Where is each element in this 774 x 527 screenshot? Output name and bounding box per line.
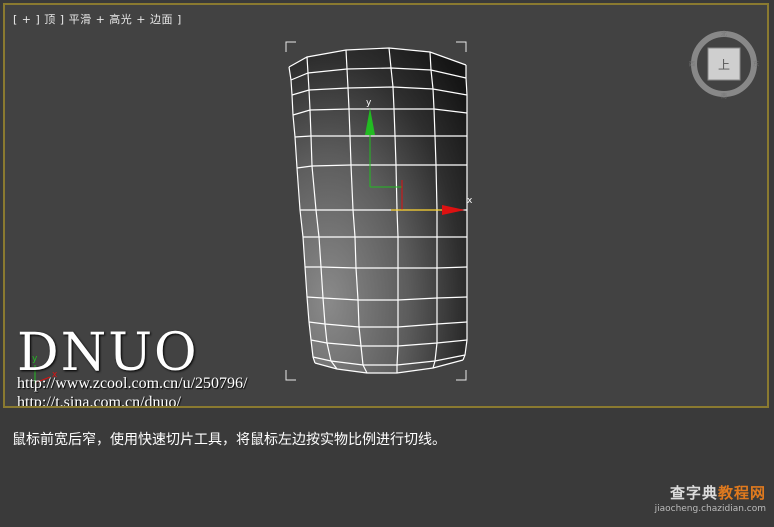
watermark-url-sina: http://t.sina.com.cn/dnuo/ [17, 394, 181, 408]
logo-main-text: 查字典教程网 [655, 482, 766, 503]
gizmo-y-label: y [366, 98, 372, 108]
viewcube[interactable]: 上 北 南 东 西 [689, 29, 759, 99]
compass-east-label: 东 [753, 60, 759, 68]
site-logo: 查字典教程网 jiaocheng.chazidian.com [655, 482, 766, 514]
logo-sub-url: jiaocheng.chazidian.com [654, 504, 766, 514]
watermark-url-zcool: http://www.zcool.com.cn/u/250796/ [17, 375, 248, 392]
gizmo-x-label: x [467, 196, 473, 206]
viewcube-face-label: 上 [718, 58, 730, 72]
logo-highlight: 教程网 [717, 484, 766, 502]
tutorial-caption: 鼠标前宽后窄，使用快速切片工具，将鼠标左边按实物比例进行切线。 [12, 432, 446, 448]
compass-north-label: 北 [721, 30, 727, 38]
watermark-title: DNUO [17, 323, 199, 383]
viewport-perspective[interactable]: [ + ] 顶 ] 平滑 + 高光 + 边面 ] y x y x 上 北 南 东… [3, 3, 769, 408]
compass-west-label: 西 [689, 61, 695, 68]
logo-main: 查字典 [669, 484, 718, 502]
compass-south-label: 南 [721, 92, 727, 99]
